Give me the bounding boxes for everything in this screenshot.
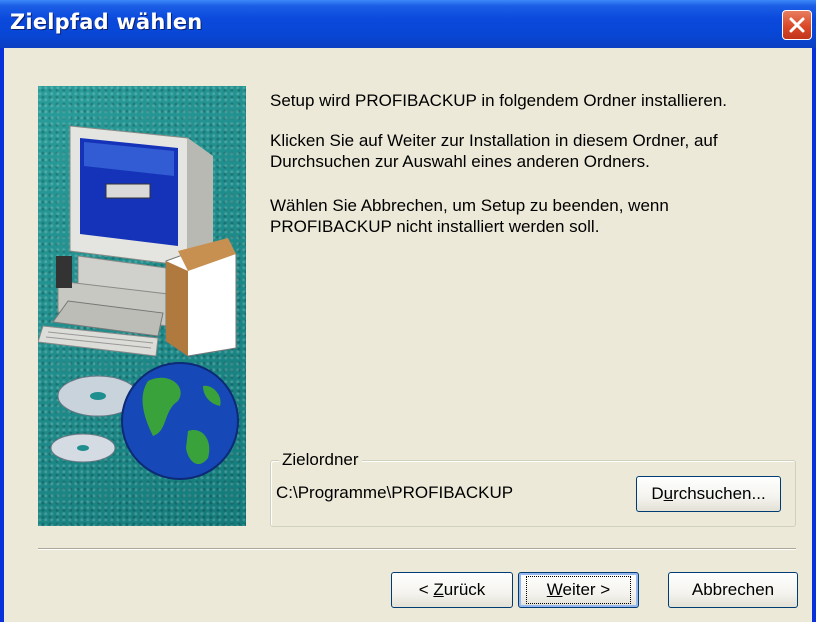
browse-label-post: rchsuchen... <box>673 484 766 503</box>
button-divider <box>38 548 796 550</box>
close-icon <box>789 17 805 33</box>
next-button[interactable]: Weiter > <box>518 572 639 608</box>
close-button[interactable] <box>782 10 812 40</box>
destination-path: C:\Programme\PROFIBACKUP <box>276 483 514 502</box>
next-label-post: eiter > <box>562 580 611 599</box>
browse-label-pre: D <box>651 484 664 503</box>
setup-illustration <box>37 86 246 526</box>
browse-button[interactable]: Du rchsuchen... <box>636 476 781 512</box>
next-focus-rect: Weiter > <box>525 576 632 604</box>
globe-icon <box>121 362 239 480</box>
info-paragraph-3: Wählen Sie Abbrechen, um Setup zu beende… <box>270 195 669 237</box>
browse-label-key: u <box>663 484 674 503</box>
destination-group-label: Zielordner <box>279 450 362 470</box>
computer-cd-globe-illustration <box>37 125 239 480</box>
back-button[interactable]: < Zurück <box>391 572 513 608</box>
back-label-key: Z <box>433 580 444 599</box>
info-paragraph-2: Klicken Sie auf Weiter zur Installation … <box>270 130 718 172</box>
back-label-pre: < <box>418 580 434 599</box>
info-text-2b: Durchsuchen zur Auswahl eines anderen Or… <box>270 152 650 171</box>
info-text-3b: PROFIBACKUP nicht installiert werden sol… <box>270 217 600 236</box>
title-bar[interactable]: Zielpfad wählen <box>0 0 816 48</box>
window-title: Zielpfad wählen <box>10 10 203 34</box>
next-label-key: W <box>546 580 563 599</box>
back-label-post: urück <box>443 580 486 599</box>
info-line-1: Setup wird PROFIBACKUP in folgendem Ordn… <box>270 90 727 111</box>
info-text-3a: Wählen Sie Abbrechen, um Setup zu beende… <box>270 196 669 215</box>
monitor-icon <box>69 125 213 267</box>
cancel-button[interactable]: Abbrechen <box>668 572 798 608</box>
info-text-1: Setup wird PROFIBACKUP in folgendem Ordn… <box>270 91 727 110</box>
info-text-2a: Klicken Sie auf Weiter zur Installation … <box>270 131 718 150</box>
